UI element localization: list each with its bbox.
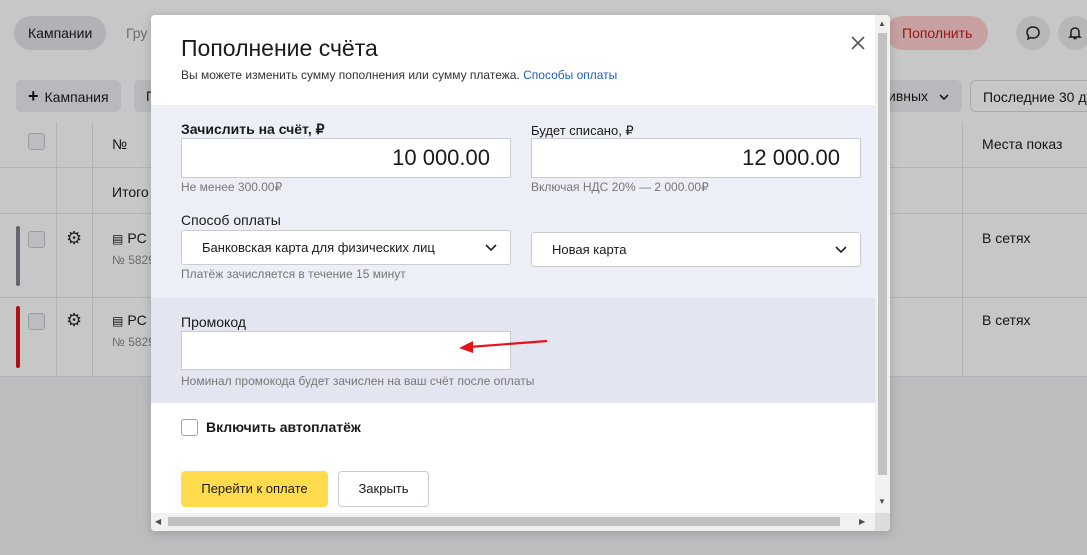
scrollbar-corner: [875, 513, 890, 531]
autopay-checkbox[interactable]: [181, 419, 198, 436]
promo-label: Промокод: [181, 314, 246, 330]
promo-hint: Номинал промокода будет зачислен на ваш …: [181, 374, 535, 388]
charge-amount-hint: Включая НДС 20% — 2 000.00₽: [531, 180, 709, 194]
credit-amount-input[interactable]: 10 000.00: [181, 138, 511, 178]
close-button[interactable]: Закрыть: [338, 471, 429, 507]
autopay-label[interactable]: Включить автоплатёж: [206, 419, 361, 435]
credit-amount-hint: Не менее 300.00₽: [181, 180, 283, 194]
dialog-title: Пополнение счёта: [181, 35, 378, 61]
dialog-header: Пополнение счёта Вы можете изменить сумм…: [151, 15, 875, 105]
dialog-subtitle-text: Вы можете изменить сумму пополнения или …: [181, 68, 520, 82]
payment-method-label: Способ оплаты: [181, 212, 281, 228]
horizontal-scrollbar[interactable]: ◀ ▶: [151, 513, 875, 531]
close-dialog-button[interactable]: [845, 30, 871, 56]
payment-method-hint: Платёж зачисляется в течение 15 минут: [181, 267, 406, 281]
scroll-down-icon[interactable]: ▼: [878, 497, 886, 507]
payment-method-value: Банковская карта для физических лиц: [202, 240, 435, 255]
payment-method-select[interactable]: Банковская карта для физических лиц: [181, 230, 511, 265]
topup-dialog: Пополнение счёта Вы можете изменить сумм…: [151, 15, 890, 531]
card-select[interactable]: Новая карта: [531, 232, 861, 267]
chevron-down-icon: [835, 246, 847, 254]
proceed-to-payment-button[interactable]: Перейти к оплате: [181, 471, 328, 507]
chevron-down-icon: [485, 244, 497, 252]
credit-amount-label: Зачислить на счёт, ₽: [181, 121, 325, 137]
scroll-left-icon[interactable]: ◀: [155, 517, 161, 527]
charge-amount-input[interactable]: 12 000.00: [531, 138, 861, 178]
vertical-scrollbar[interactable]: ▲ ▼: [875, 15, 890, 513]
scroll-up-icon[interactable]: ▲: [878, 19, 886, 29]
scroll-right-icon[interactable]: ▶: [859, 517, 865, 527]
dialog-subtitle: Вы можете изменить сумму пополнения или …: [181, 68, 617, 82]
vertical-scroll-thumb[interactable]: [878, 33, 887, 475]
card-select-value: Новая карта: [552, 242, 627, 257]
close-icon: [851, 36, 865, 50]
payment-methods-link[interactable]: Способы оплаты: [523, 68, 617, 82]
charge-amount-label: Будет списано, ₽: [531, 123, 634, 138]
arrow-annotation-icon: [459, 339, 548, 353]
horizontal-scroll-thumb[interactable]: [168, 517, 840, 526]
